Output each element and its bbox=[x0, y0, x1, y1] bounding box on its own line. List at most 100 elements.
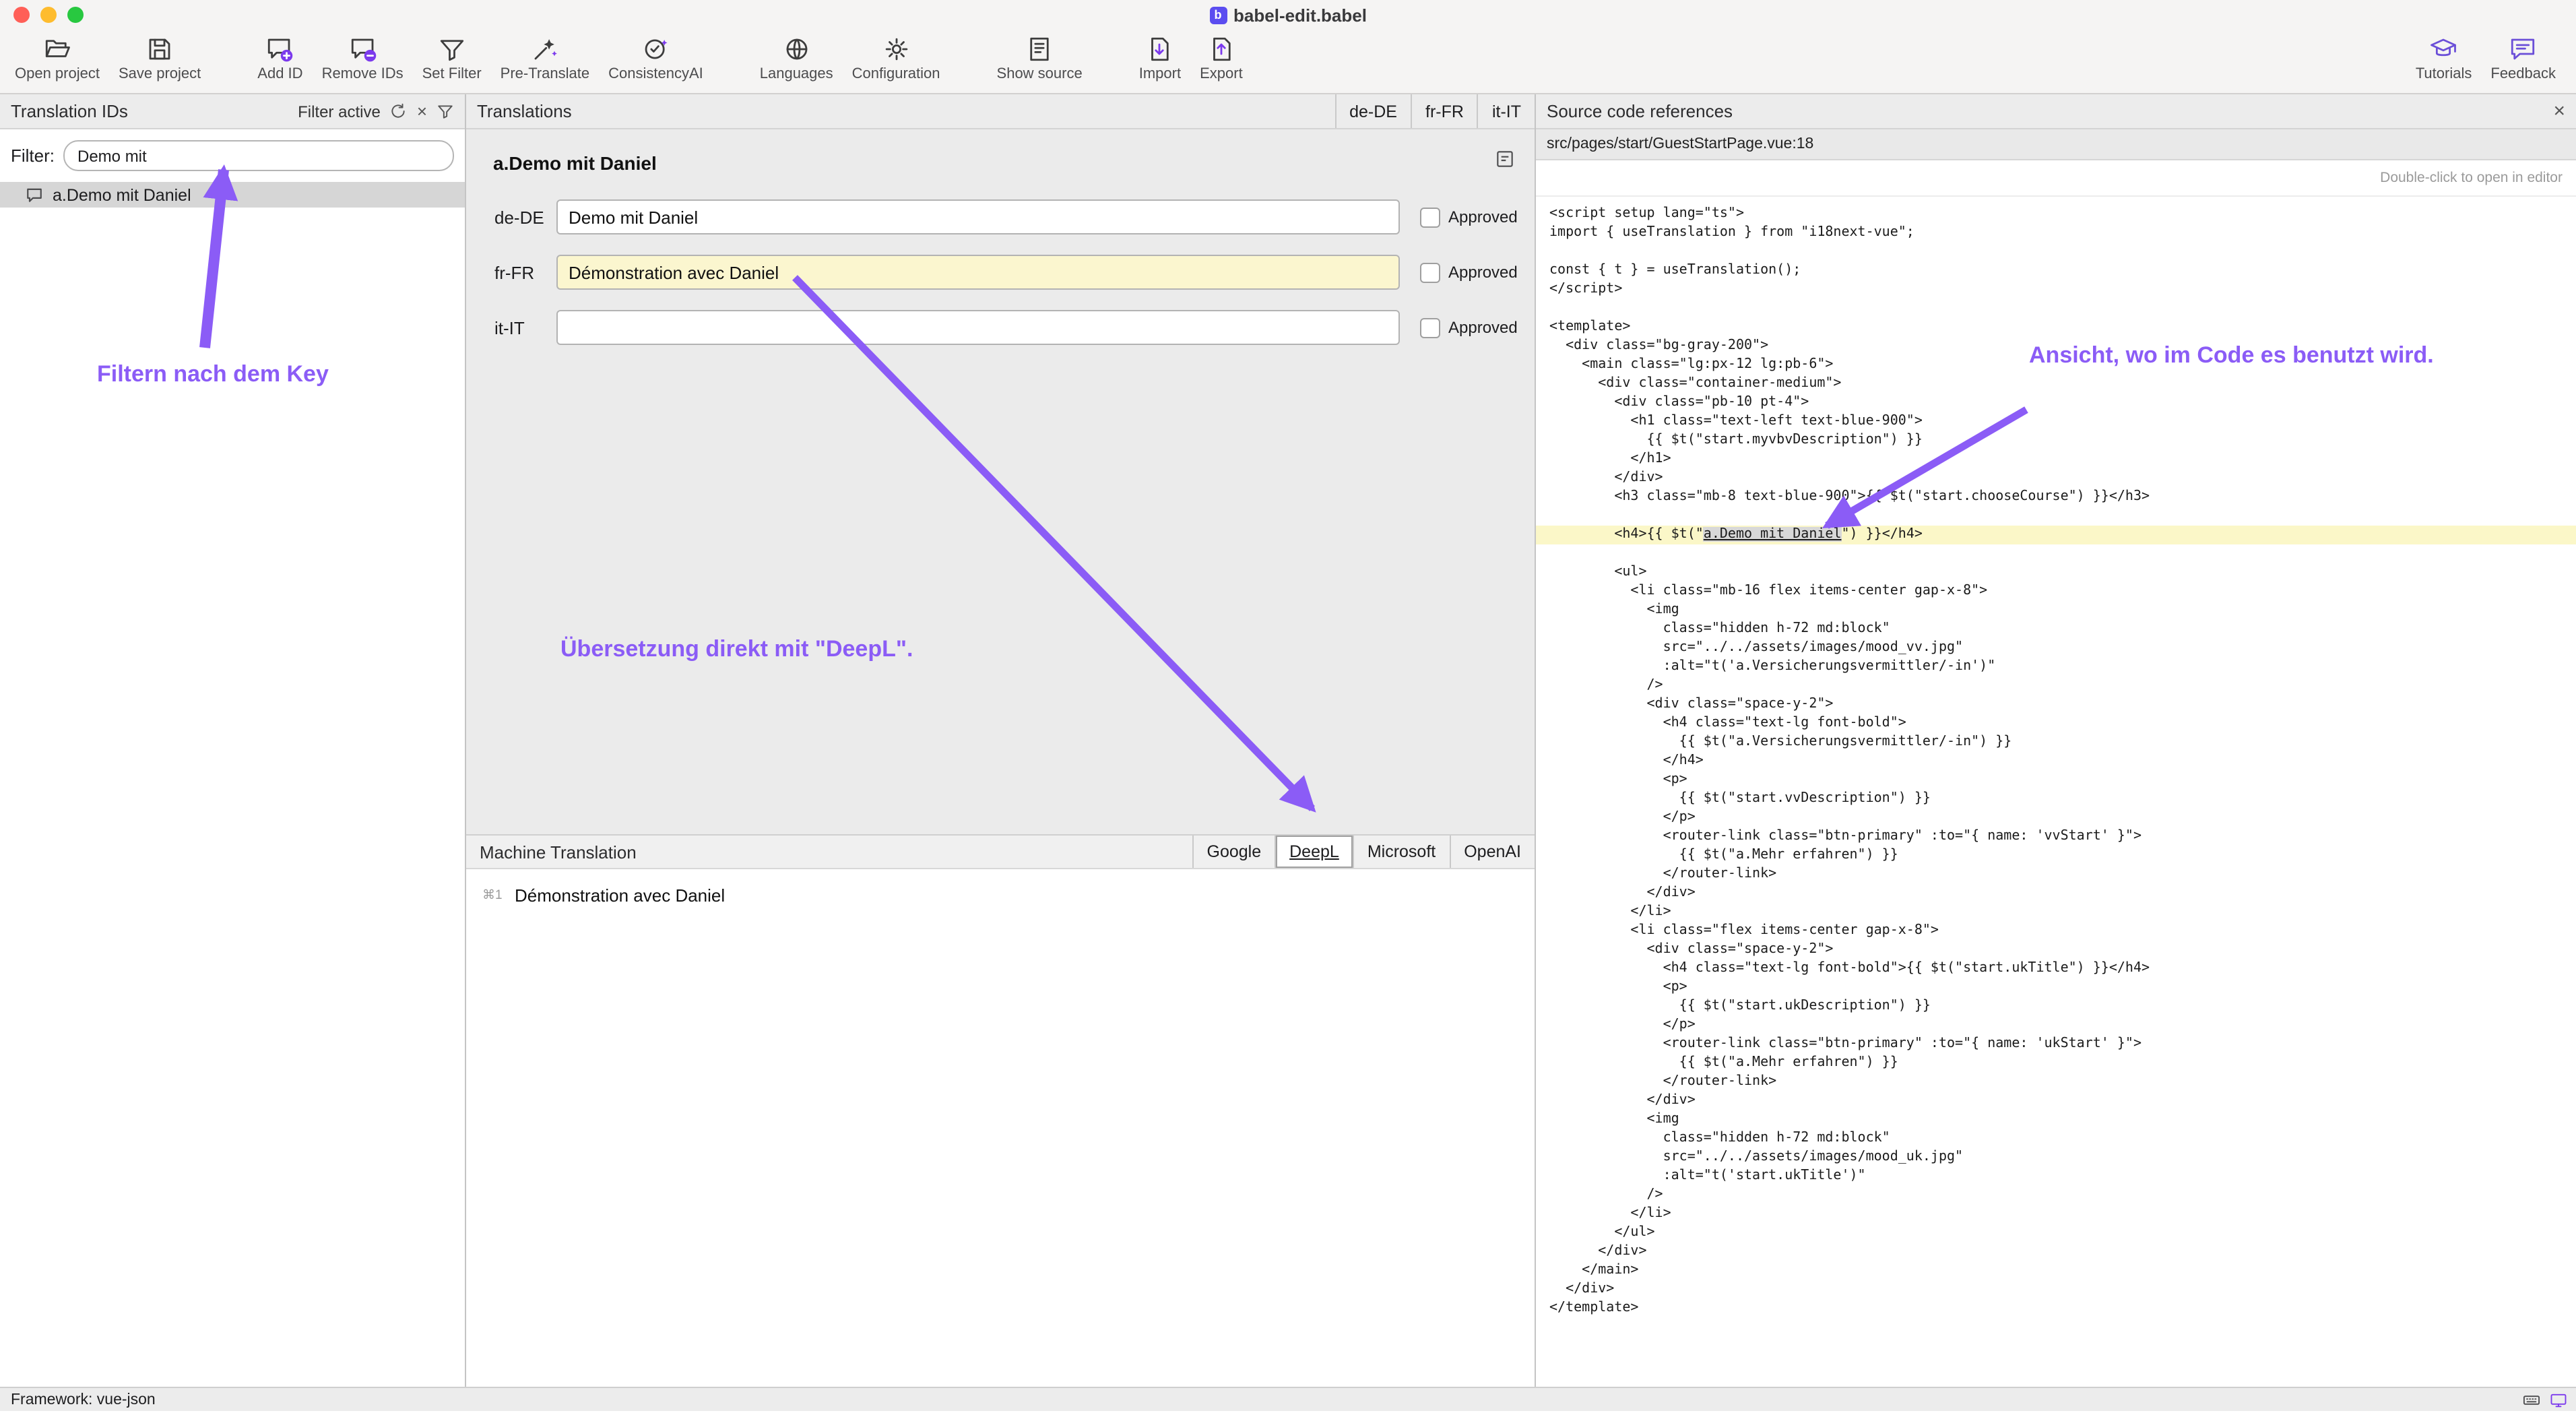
code-line: <p> bbox=[1549, 771, 2576, 790]
toolbar-button-feedback[interactable]: Feedback bbox=[2481, 31, 2565, 86]
toolbar-button-label: Save project bbox=[119, 66, 201, 82]
source-references-panel: Source code references × src/pages/start… bbox=[1536, 94, 2576, 1391]
funnel-icon[interactable] bbox=[437, 102, 454, 120]
toolbar-button-show-source[interactable]: Show source bbox=[988, 31, 1092, 86]
code-line: {{ $t("a.Mehr erfahren") }} bbox=[1549, 846, 2576, 865]
translation-row-it-IT: it-ITApproved bbox=[466, 310, 1535, 345]
approved-checkbox-fr-FR[interactable] bbox=[1420, 262, 1440, 282]
close-window-button[interactable] bbox=[13, 7, 30, 23]
toolbar-button-tutorials[interactable]: Tutorials bbox=[2406, 31, 2482, 86]
code-view[interactable]: <script setup lang="ts">import { useTran… bbox=[1536, 197, 2576, 1391]
status-bar: Framework: vue-json bbox=[0, 1387, 2576, 1411]
language-label: fr-FR bbox=[494, 262, 556, 282]
code-line: <li class="mb-16 flex items-center gap-x… bbox=[1549, 582, 2576, 601]
toolbar-button-open-project[interactable]: Open project bbox=[5, 31, 109, 86]
close-icon[interactable]: × bbox=[2553, 101, 2565, 121]
code-line: <router-link class="btn-primary" :to="{ … bbox=[1549, 1035, 2576, 1054]
code-line: <p> bbox=[1549, 978, 2576, 997]
window-title: b babel-edit.babel bbox=[1209, 5, 1367, 25]
languages-icon bbox=[782, 35, 810, 63]
pre-translate-icon bbox=[531, 35, 559, 63]
mt-tab-microsoft[interactable]: Microsoft bbox=[1353, 836, 1449, 868]
app-icon: b bbox=[1209, 6, 1227, 24]
translation-id-item[interactable]: a.Demo mit Daniel bbox=[0, 182, 465, 208]
code-line: <h4 class="text-lg font-bold">{{ $t("sta… bbox=[1549, 960, 2576, 978]
code-line: <div class="container-medium"> bbox=[1549, 375, 2576, 394]
translation-rows: de-DEApproved fr-FR Approved it-ITApproved bbox=[466, 199, 1535, 345]
code-line: src="../../assets/images/mood_uk.jpg" bbox=[1549, 1148, 2576, 1167]
code-line: {{ $t("start.vvDescription") }} bbox=[1549, 790, 2576, 809]
toolbar-button-label: Feedback bbox=[2490, 66, 2556, 82]
mt-tab-deepl[interactable]: DeepL bbox=[1275, 836, 1353, 868]
toolbar-button-languages[interactable]: Languages bbox=[750, 31, 843, 86]
machine-translation-body: ⌘1 Démonstration avec Daniel bbox=[466, 869, 1535, 1391]
toolbar-button-set-filter[interactable]: Set Filter bbox=[413, 31, 491, 86]
toolbar-button-consistency-ai[interactable]: ConsistencyAI bbox=[599, 31, 713, 86]
filter-input[interactable] bbox=[63, 140, 454, 171]
highlighted-token[interactable]: a.Demo mit Daniel bbox=[1704, 527, 1842, 542]
toolbar-button-add-id[interactable]: Add ID bbox=[248, 31, 312, 86]
machine-translation-title: Machine Translation bbox=[480, 842, 637, 862]
translation-input-de-DE[interactable] bbox=[556, 199, 1400, 234]
toolbar-button-label: Open project bbox=[15, 66, 100, 82]
toolbar-button-pre-translate[interactable]: Pre-Translate bbox=[491, 31, 599, 86]
code-line: {{ $t("a.Mehr erfahren") }} bbox=[1549, 1054, 2576, 1073]
source-file-reference[interactable]: src/pages/start/GuestStartPage.vue:18 bbox=[1536, 129, 2576, 160]
code-line bbox=[1549, 544, 2576, 563]
translations-title: Translations bbox=[477, 101, 572, 121]
mt-result-row[interactable]: ⌘1 Démonstration avec Daniel bbox=[466, 883, 1535, 908]
set-filter-icon bbox=[438, 35, 466, 63]
main-area: Translation IDs Filter active × Filter: … bbox=[0, 94, 2576, 1391]
language-tab-de-DE[interactable]: de-DE bbox=[1334, 94, 1411, 128]
code-line: <h4 class="text-lg font-bold"> bbox=[1549, 714, 2576, 733]
bubble-icon bbox=[26, 186, 43, 203]
translation-id-label: a.Demo mit Daniel bbox=[53, 185, 191, 204]
approved-checkbox-it-IT[interactable] bbox=[1420, 317, 1440, 338]
toolbar-button-label: Set Filter bbox=[422, 66, 482, 82]
source-references-title: Source code references bbox=[1547, 101, 1733, 121]
code-line: const { t } = useTranslation(); bbox=[1549, 261, 2576, 280]
mt-tab-openai[interactable]: OpenAI bbox=[1449, 836, 1535, 868]
code-line: {{ $t("start.myvbvDescription") }} bbox=[1549, 431, 2576, 450]
translation-row-de-DE: de-DEApproved bbox=[466, 199, 1535, 234]
toolbar-button-save-project[interactable]: Save project bbox=[109, 31, 210, 86]
language-label: it-IT bbox=[494, 317, 556, 338]
toolbar-button-export[interactable]: Export bbox=[1190, 31, 1252, 86]
comment-icon[interactable] bbox=[1494, 148, 1516, 170]
clear-filter-icon[interactable]: × bbox=[417, 102, 427, 120]
toolbar: Open project Save project Add IDRemove IDs… bbox=[0, 30, 2576, 94]
zoom-window-button[interactable] bbox=[67, 7, 84, 23]
toolbar-button-import[interactable]: Import bbox=[1130, 31, 1190, 86]
titlebar: b babel-edit.babel bbox=[0, 0, 2576, 30]
code-line bbox=[1549, 507, 2576, 526]
language-tab-fr-FR[interactable]: fr-FR bbox=[1411, 94, 1477, 128]
language-tab-it-IT[interactable]: it-IT bbox=[1477, 94, 1535, 128]
toolbar-group: LanguagesConfiguration bbox=[750, 31, 950, 86]
machine-translation-header: Machine Translation GoogleDeepLMicrosoft… bbox=[466, 834, 1535, 869]
code-line: /> bbox=[1549, 1186, 2576, 1205]
toolbar-left: Open project Save project Add IDRemove IDs… bbox=[5, 31, 1290, 86]
framework-label: Framework: vue-json bbox=[11, 1391, 156, 1408]
code-line: {{ $t("a.Versicherungsvermittler/-in") }… bbox=[1549, 733, 2576, 752]
code-line: <img bbox=[1549, 601, 2576, 620]
code-line: </template> bbox=[1549, 1299, 2576, 1318]
approved-checkbox-de-DE[interactable] bbox=[1420, 207, 1440, 227]
minimize-window-button[interactable] bbox=[40, 7, 57, 23]
toolbar-button-remove-ids[interactable]: Remove IDs bbox=[313, 31, 413, 86]
code-line-highlighted: <h4>{{ $t("a.Demo mit Daniel") }}</h4> bbox=[1536, 526, 2576, 544]
translations-body: a.Demo mit Daniel de-DEApprovedfr-FRAppr… bbox=[466, 129, 1535, 834]
approved-label: Approved bbox=[1448, 208, 1518, 226]
code-line: <h3 class="mb-8 text-blue-900">{{ $t("st… bbox=[1549, 488, 2576, 507]
toolbar-button-configuration[interactable]: Configuration bbox=[843, 31, 950, 86]
display-icon[interactable] bbox=[2549, 1390, 2568, 1409]
code-line: <ul> bbox=[1549, 563, 2576, 582]
translation-input-it-IT[interactable] bbox=[556, 310, 1400, 345]
mt-tab-google[interactable]: Google bbox=[1192, 836, 1275, 868]
code-line: </li> bbox=[1549, 1205, 2576, 1224]
keyboard-icon[interactable] bbox=[2522, 1390, 2541, 1409]
language-tabs: de-DEfr-FRit-IT bbox=[1334, 94, 1535, 128]
code-line: import { useTranslation } from "i18next-… bbox=[1549, 224, 2576, 243]
translation-input-fr-FR[interactable] bbox=[556, 255, 1400, 290]
toolbar-button-label: Import bbox=[1139, 66, 1181, 82]
refresh-icon[interactable] bbox=[390, 102, 408, 120]
